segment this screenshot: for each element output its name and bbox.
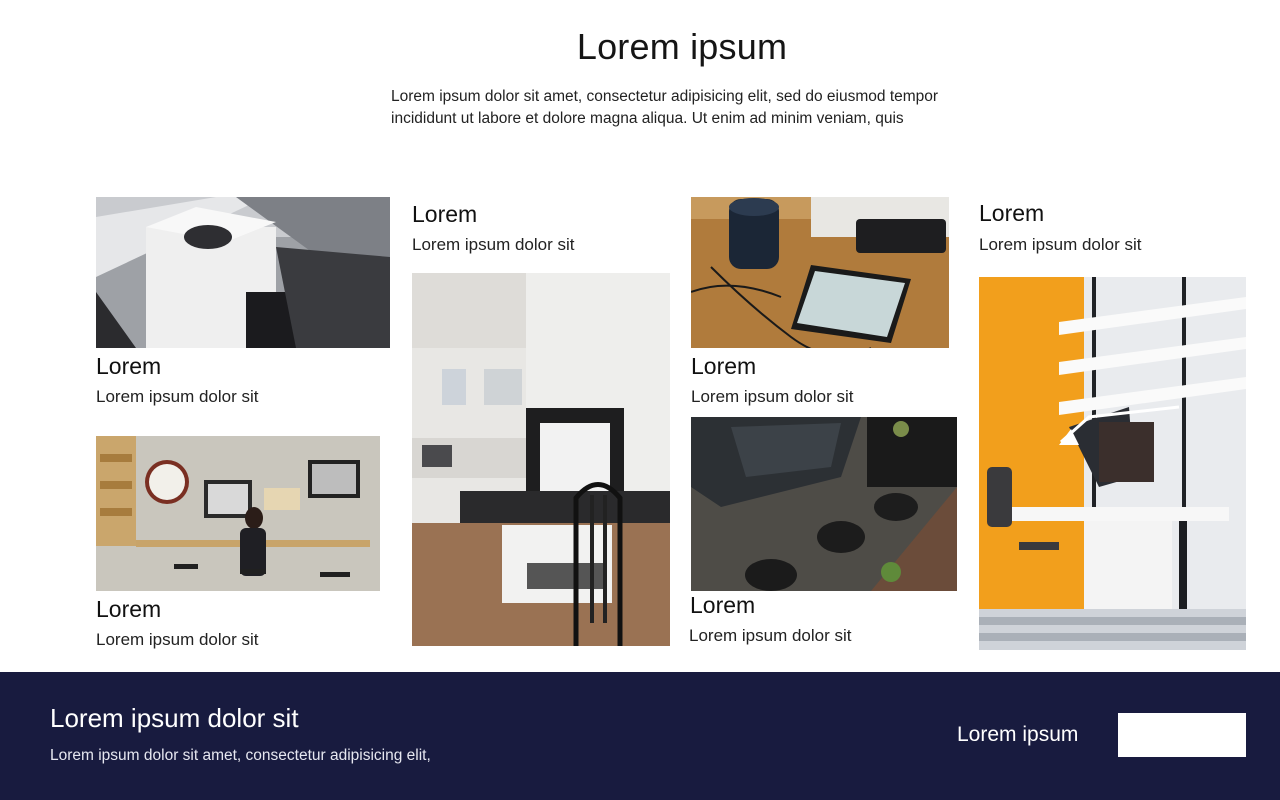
card-title: Lorem (96, 596, 162, 622)
card-subtitle: Lorem ipsum dolor sit (691, 387, 854, 406)
card-title: Lorem (691, 353, 757, 379)
living-room-fireplace-photo[interactable] (412, 273, 670, 646)
card-title: Lorem (412, 201, 478, 227)
footer-banner: Lorem ipsum dolor sit Lorem ipsum dolor … (0, 672, 1280, 800)
card-subtitle: Lorem ipsum dolor sit (689, 626, 852, 645)
page-description: Lorem ipsum dolor sit amet, consectetur … (391, 88, 939, 127)
lounge-chairs-photo[interactable] (691, 417, 957, 591)
card-subtitle: Lorem ipsum dolor sit (979, 235, 1142, 254)
card-title: Lorem (690, 592, 756, 618)
orange-wall-desk-photo[interactable] (979, 277, 1246, 650)
card-title: Lorem (979, 200, 1045, 226)
card-title: Lorem (96, 353, 162, 379)
laptop-smartwatch-photo[interactable] (96, 197, 390, 348)
page-title: Lorem ipsum (576, 26, 788, 67)
footer-cta-button[interactable] (1118, 713, 1246, 757)
cafe-wall-photo[interactable] (96, 436, 380, 591)
speaker-smartphone-photo[interactable] (691, 197, 949, 348)
footer-title: Lorem ipsum dolor sit (50, 703, 299, 733)
footer-description: Lorem ipsum dolor sit amet, consectetur … (50, 747, 431, 764)
card-subtitle: Lorem ipsum dolor sit (96, 387, 259, 406)
card-subtitle: Lorem ipsum dolor sit (412, 235, 575, 254)
footer-link[interactable]: Lorem ipsum (957, 723, 1078, 747)
card-subtitle: Lorem ipsum dolor sit (96, 630, 259, 649)
